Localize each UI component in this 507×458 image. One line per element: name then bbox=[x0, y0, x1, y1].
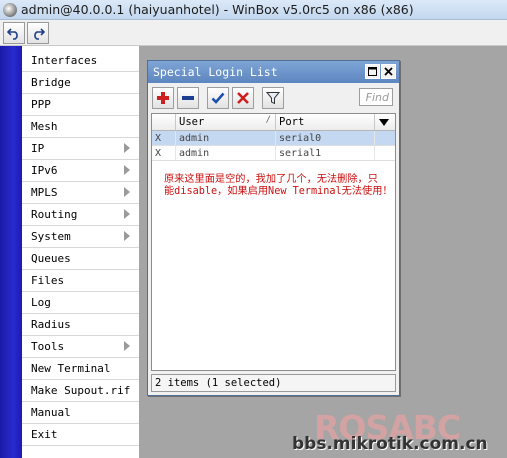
dialog-toolbar: Find bbox=[148, 83, 399, 113]
menu-item-manual[interactable]: Manual bbox=[22, 402, 139, 424]
watermark-url: bbs.mikrotik.com.cn bbox=[292, 434, 488, 454]
status-bar: 2 items (1 selected) bbox=[151, 374, 396, 392]
menu-item-log[interactable]: Log bbox=[22, 292, 139, 314]
dialog-title: Special Login List bbox=[153, 65, 278, 79]
menu-item-label: Tools bbox=[31, 340, 65, 353]
window-title-bar: admin@40.0.0.1 (haiyuanhotel) - WinBox v… bbox=[0, 0, 507, 20]
redo-button[interactable] bbox=[27, 21, 49, 44]
filter-button[interactable] bbox=[262, 87, 284, 109]
submenu-arrow-icon bbox=[124, 143, 130, 153]
menu-item-mpls[interactable]: MPLS bbox=[22, 182, 139, 204]
close-button[interactable] bbox=[381, 64, 396, 79]
find-input[interactable]: Find bbox=[359, 88, 393, 106]
submenu-arrow-icon bbox=[124, 231, 130, 241]
submenu-arrow-icon bbox=[124, 341, 130, 351]
column-header-user[interactable]: User / bbox=[176, 114, 276, 130]
maximize-icon bbox=[368, 67, 377, 76]
menu-item-label: New Terminal bbox=[31, 362, 111, 375]
row-port: serial1 bbox=[276, 146, 375, 160]
menu-item-label: Mesh bbox=[31, 120, 58, 133]
table-row[interactable]: X admin serial1 bbox=[152, 146, 395, 161]
sort-indicator: / bbox=[265, 115, 271, 125]
add-icon bbox=[157, 92, 169, 104]
row-flag: X bbox=[152, 146, 176, 160]
dialog-title-bar[interactable]: Special Login List bbox=[148, 61, 399, 83]
window-title: admin@40.0.0.1 (haiyuanhotel) - WinBox v… bbox=[21, 2, 414, 17]
column-label-user: User bbox=[179, 116, 205, 128]
disable-button[interactable] bbox=[232, 87, 254, 109]
main-menu: Interfaces Bridge PPP Mesh IP IPv6 MPLS Routing… bbox=[22, 50, 139, 458]
add-button[interactable] bbox=[152, 87, 174, 109]
menu-item-ipv6[interactable]: IPv6 bbox=[22, 160, 139, 182]
column-menu-button[interactable] bbox=[375, 114, 395, 130]
menu-item-label: PPP bbox=[31, 98, 51, 111]
note-line-1: 原来这里面是空的，我加了几个，无法删除，只 bbox=[164, 174, 378, 185]
table-row[interactable]: X admin serial0 bbox=[152, 131, 395, 146]
menu-item-label: IPv6 bbox=[31, 164, 58, 177]
menu-item-bridge[interactable]: Bridge bbox=[22, 72, 139, 94]
menu-item-label: MPLS bbox=[31, 186, 58, 199]
menu-item-label: Manual bbox=[31, 406, 71, 419]
chevron-down-icon bbox=[379, 118, 389, 126]
menu-item-routing[interactable]: Routing bbox=[22, 204, 139, 226]
menu-item-interfaces[interactable]: Interfaces bbox=[22, 50, 139, 72]
menu-item-label: Interfaces bbox=[31, 54, 98, 67]
remove-icon bbox=[182, 96, 194, 100]
menu-item-new-terminal[interactable]: New Terminal bbox=[22, 358, 139, 380]
menu-item-files[interactable]: Files bbox=[22, 270, 139, 292]
menu-item-label: IP bbox=[31, 142, 45, 155]
login-table: User / Port X admin serial0 X admin seri… bbox=[151, 113, 396, 371]
disable-icon bbox=[237, 92, 249, 104]
filter-icon bbox=[266, 92, 280, 105]
column-header-flag[interactable] bbox=[152, 114, 176, 130]
submenu-arrow-icon bbox=[124, 209, 130, 219]
main-toolbar bbox=[0, 20, 507, 46]
special-login-list-window: Special Login List Find User / Port X ad… bbox=[147, 60, 400, 396]
menu-item-radius[interactable]: Radius bbox=[22, 314, 139, 336]
undo-icon bbox=[7, 27, 18, 40]
row-user: admin bbox=[176, 131, 276, 145]
row-port: serial0 bbox=[276, 131, 375, 145]
menu-item-label: Exit bbox=[31, 428, 58, 441]
annotation-note: 原来这里面是空的，我加了几个，无法删除，只 能disable，如果启用New T… bbox=[164, 174, 399, 198]
column-header-port[interactable]: Port bbox=[276, 114, 375, 130]
menu-item-label: Radius bbox=[31, 318, 71, 331]
menu-item-label: Make Supout.rif bbox=[31, 384, 131, 397]
menu-item-label: Routing bbox=[31, 208, 78, 221]
menu-item-system[interactable]: System bbox=[22, 226, 139, 248]
submenu-arrow-icon bbox=[124, 187, 130, 197]
menu-item-label: Bridge bbox=[31, 76, 71, 89]
maximize-button[interactable] bbox=[365, 64, 380, 79]
row-user: admin bbox=[176, 146, 276, 160]
menu-item-exit[interactable]: Exit bbox=[22, 424, 139, 446]
table-header: User / Port bbox=[152, 114, 395, 131]
menu-item-queues[interactable]: Queues bbox=[22, 248, 139, 270]
column-label-port: Port bbox=[279, 116, 305, 128]
row-flag: X bbox=[152, 131, 176, 145]
enable-icon bbox=[211, 92, 225, 104]
brand-strip bbox=[0, 46, 22, 458]
menu-item-label: Files bbox=[31, 274, 65, 287]
enable-button[interactable] bbox=[207, 87, 229, 109]
menu-item-label: Queues bbox=[31, 252, 71, 265]
menu-item-label: Log bbox=[31, 296, 51, 309]
menu-item-ip[interactable]: IP bbox=[22, 138, 139, 160]
winbox-app-icon bbox=[3, 2, 17, 17]
remove-button[interactable] bbox=[177, 87, 199, 109]
redo-icon bbox=[34, 27, 45, 40]
menu-item-mesh[interactable]: Mesh bbox=[22, 116, 139, 138]
note-line-2: 能disable，如果启用New Terminal无法使用！ bbox=[164, 186, 393, 197]
close-icon bbox=[384, 67, 393, 76]
submenu-arrow-icon bbox=[124, 165, 130, 175]
menu-item-ppp[interactable]: PPP bbox=[22, 94, 139, 116]
undo-button[interactable] bbox=[3, 21, 25, 44]
menu-item-make-supout-rif[interactable]: Make Supout.rif bbox=[22, 380, 139, 402]
menu-item-label: System bbox=[31, 230, 71, 243]
menu-item-tools[interactable]: Tools bbox=[22, 336, 139, 358]
